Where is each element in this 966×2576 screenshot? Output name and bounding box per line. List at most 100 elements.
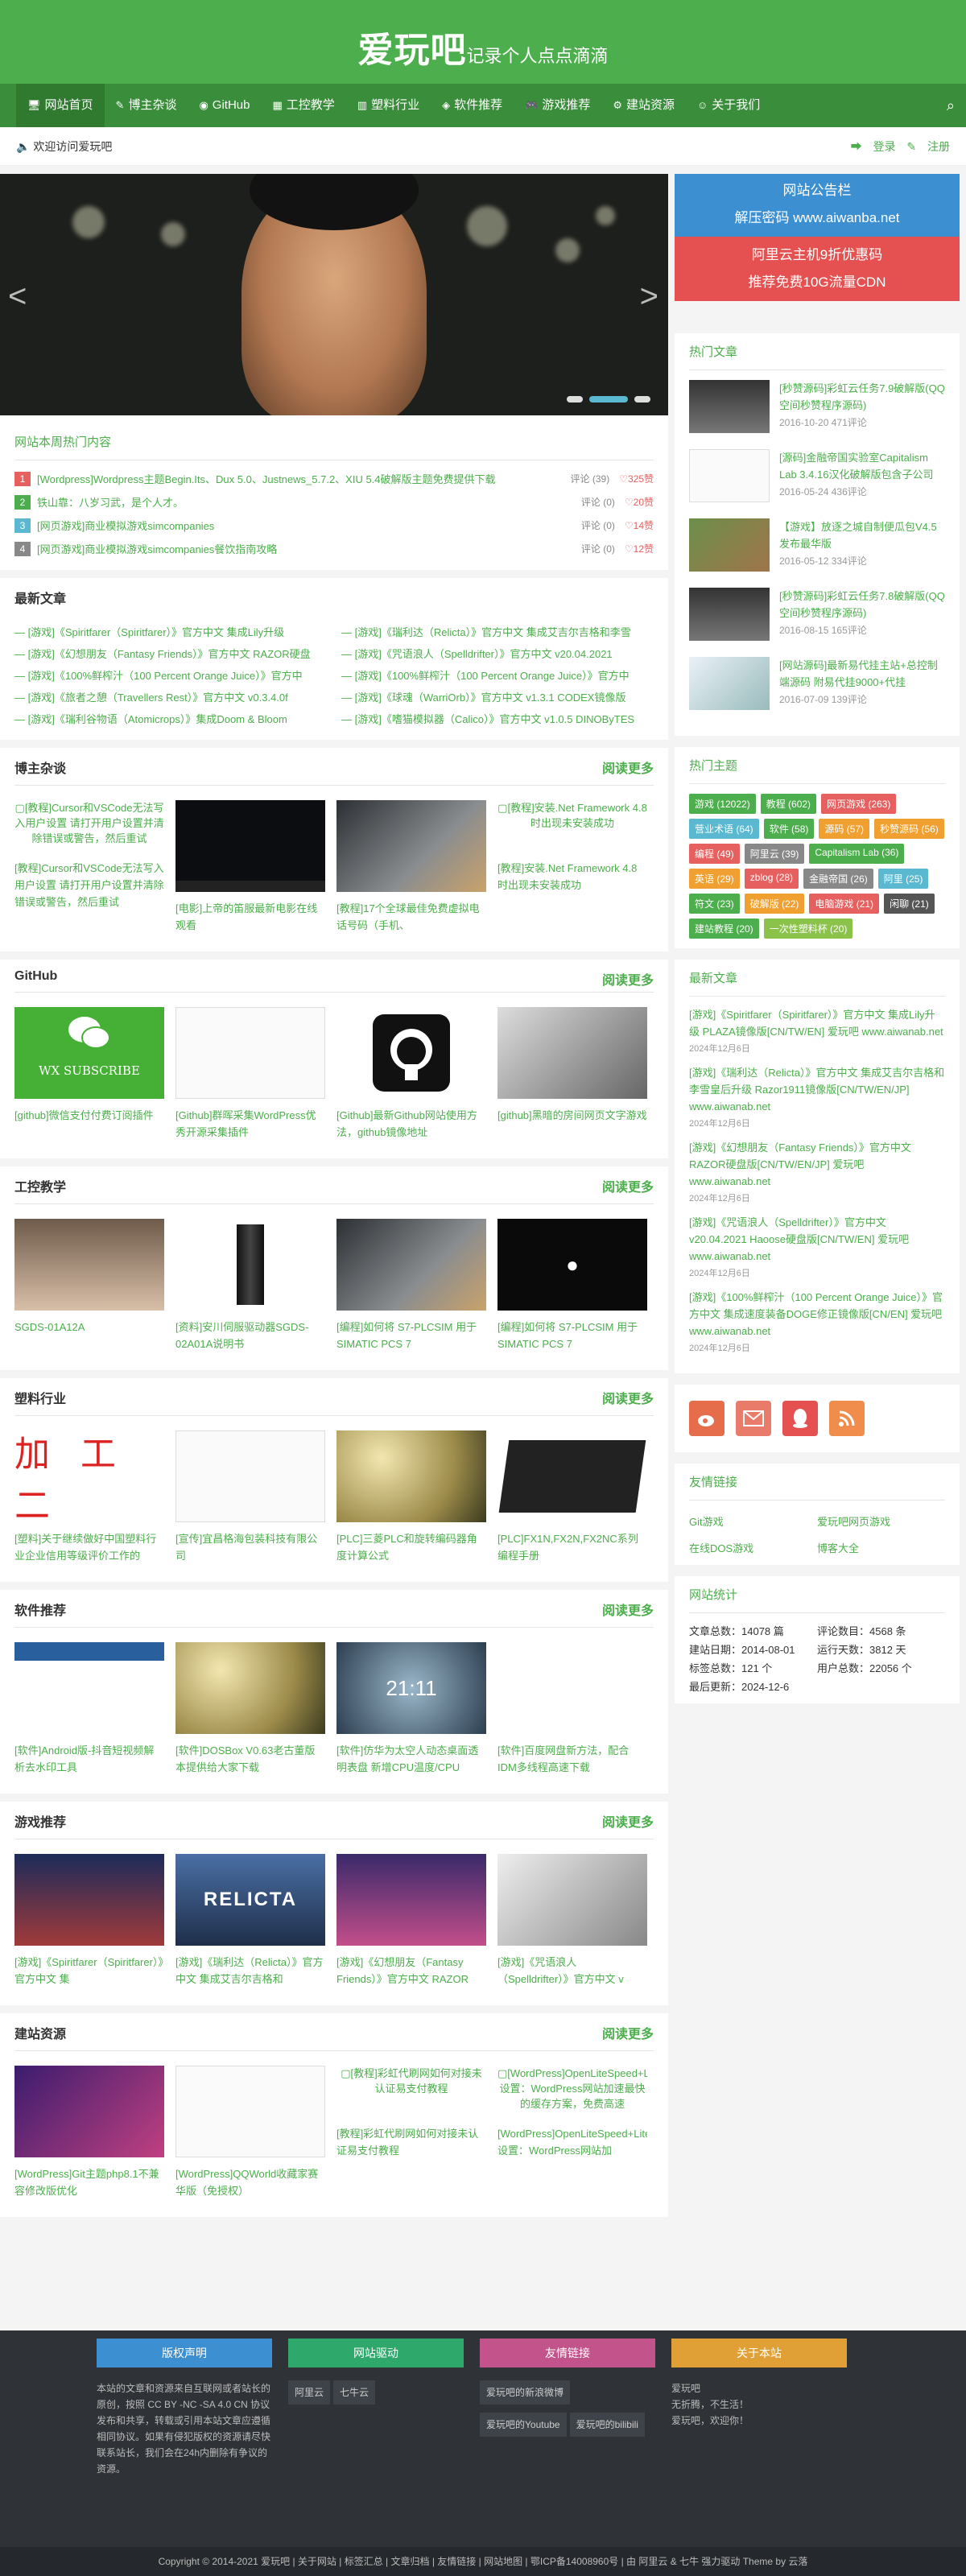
card-title[interactable]: [Github]最新Github网站使用方法，github镜像地址 xyxy=(336,1107,486,1141)
rank-row[interactable]: 2 铁山靠：八岁习武，是个人才。 评论 (0) ♡20赞 xyxy=(14,490,654,514)
search-icon[interactable]: ⌕ xyxy=(947,84,955,127)
latest-item[interactable]: — [游戏]《幻想朋友（Fantasy Friends）》官方中文 RAZOR硬… xyxy=(14,643,327,665)
card-title[interactable]: [教程]Cursor和VSCode无法写入用户设置 请打开用户设置并清除错误或警… xyxy=(14,860,164,910)
nav-blog[interactable]: ✎ 博主杂谈 xyxy=(105,84,188,127)
card-title[interactable]: [WordPress]QQWorld收藏家赛华版（免授权） xyxy=(175,2165,325,2199)
card-title[interactable]: [教程]安装.Net Framework 4.8 时出现未安装成功 xyxy=(497,860,647,910)
friend-link[interactable]: 爱玩吧网页游戏 xyxy=(817,1513,945,1529)
slider-dot-active[interactable] xyxy=(589,396,628,402)
article-card[interactable]: 加 工 二 [塑料]关于继续做好中国塑料行业企业信用等级评价工作的 xyxy=(14,1430,164,1564)
footer-chip[interactable]: 爱玩吧的Youtube xyxy=(480,2413,567,2437)
card-thumbnail[interactable] xyxy=(689,449,770,502)
card-thumbnail[interactable] xyxy=(175,1007,325,1099)
tag-chip[interactable]: zblog (28) xyxy=(744,869,799,889)
read-more-link[interactable]: 阅读更多 xyxy=(602,969,654,989)
card-title[interactable]: [软件]DOSBox V0.63老古董版本提供给大家下载 xyxy=(175,1742,325,1776)
card-thumbnail[interactable] xyxy=(336,1219,486,1311)
new-article[interactable]: [游戏]《100%鲜榨汁（100 Percent Orange Juice）》官… xyxy=(689,1289,945,1354)
article-card[interactable]: [WordPress]QQWorld收藏家赛华版（免授权） xyxy=(175,2066,325,2199)
card-thumbnail[interactable]: WX SUBSCRIBE xyxy=(14,1007,164,1099)
tag-chip[interactable]: 源码 (57) xyxy=(819,819,870,839)
card-thumbnail[interactable]: 加 工 二 xyxy=(14,1430,164,1522)
card-thumbnail[interactable] xyxy=(689,588,770,641)
footer-chip[interactable]: 阿里云 xyxy=(288,2380,331,2405)
rank-row[interactable]: 4 [网页游戏]商业模拟游戏simcompanies餐饮指南攻略 评论 (0) ♡12… xyxy=(14,537,654,560)
tag-chip[interactable]: 阿里云 (39) xyxy=(744,844,805,864)
card-thumbnail[interactable] xyxy=(689,380,770,433)
card-title[interactable]: [塑料]关于继续做好中国塑料行业企业信用等级评价工作的 xyxy=(14,1530,164,1564)
hot-article-title[interactable]: [源码]金融帝国实验室Capitalism Lab 3.4.16汉化破解版包含子… xyxy=(779,449,945,483)
broken-image[interactable]: ▢[教程]Cursor和VSCode无法写入用户设置 请打开用户设置并清除错误或… xyxy=(14,800,164,857)
article-card[interactable]: [Github]群晖采集WordPress优秀开源采集插件 xyxy=(175,1007,325,1141)
notice-cdn[interactable]: 推荐免费10G流量CDN xyxy=(675,269,960,296)
tag-chip[interactable]: 编程 (49) xyxy=(689,844,740,864)
rank-title[interactable]: [Wordpress]Wordpress主题Begin.Its、Dux 5.0、… xyxy=(37,471,557,486)
read-more-link[interactable]: 阅读更多 xyxy=(602,1176,654,1195)
latest-item[interactable]: — [游戏]《瑞利谷物语（Atomicrops）》集成Doom & Bloom xyxy=(14,708,327,730)
card-thumbnail[interactable] xyxy=(689,518,770,572)
tag-chip[interactable]: 闲聊 (21) xyxy=(884,894,935,914)
footer-chip[interactable]: 爱玩吧的新浪微博 xyxy=(480,2380,571,2405)
mail-icon[interactable] xyxy=(736,1401,771,1436)
new-article[interactable]: [游戏]《瑞利达（Relicta）》官方中文 集成艾吉尔吉格和李雪皇后升级 Ra… xyxy=(689,1064,945,1129)
latest-item[interactable]: — [游戏]《Spiritfarer（Spiritfarer）》官方中文 集成L… xyxy=(14,621,327,643)
card-title[interactable]: [游戏]《瑞利达（Relicta）》官方中文 集成艾吉尔吉格和 xyxy=(175,1954,325,1988)
card-thumbnail[interactable]: 21:11 xyxy=(336,1642,486,1734)
card-title[interactable]: [电影]上帝的笛服最新电影在线观看 xyxy=(175,900,325,934)
tag-chip[interactable]: 破解版 (22) xyxy=(744,894,805,914)
register-link[interactable]: ✎ 注册 xyxy=(906,140,950,153)
article-card[interactable]: ▢[WordPress]OpenLiteSpeed+LiteSpeedcache… xyxy=(497,2066,647,2199)
nav-games[interactable]: 🎮 游戏推荐 xyxy=(514,84,601,127)
tag-chip[interactable]: 建站教程 (20) xyxy=(689,919,759,939)
article-card[interactable]: RELICTA [游戏]《瑞利达（Relicta）》官方中文 集成艾吉尔吉格和 xyxy=(175,1854,325,1988)
latest-item[interactable]: — [游戏]《瑞利达（Relicta）》官方中文 集成艾吉尔吉格和李雪 xyxy=(341,621,654,643)
footer-chip[interactable]: 爱玩吧的bilibili xyxy=(569,2413,645,2437)
hot-article[interactable]: [源码]金融帝国实验室Capitalism Lab 3.4.16汉化破解版包含子… xyxy=(689,449,945,502)
card-thumbnail[interactable] xyxy=(175,1219,325,1311)
latest-item[interactable]: — [游戏]《嗜猫模拟器（Calico）》官方中文 v1.0.5 DINOByT… xyxy=(341,708,654,730)
article-card[interactable]: [Github]最新Github网站使用方法，github镜像地址 xyxy=(336,1007,486,1141)
read-more-link[interactable]: 阅读更多 xyxy=(602,2023,654,2042)
new-article[interactable]: [游戏]《咒语浪人（Spelldrifter）》官方中文 v20.04.2021… xyxy=(689,1214,945,1279)
article-card[interactable]: [软件]DOSBox V0.63老古董版本提供给大家下载 xyxy=(175,1642,325,1776)
card-title[interactable]: [教程]彩虹代刷网如何对接未认证易支付教程 xyxy=(336,2125,486,2175)
slider-dot[interactable] xyxy=(567,396,583,402)
nav-industrial[interactable]: ▦ 工控教学 xyxy=(261,84,345,127)
article-card[interactable]: [WordPress]Git主题php8.1不兼容修改版优化 xyxy=(14,2066,164,2199)
latest-item[interactable]: — [游戏]《100%鲜榨汁（100 Percent Orange Juice）… xyxy=(341,665,654,687)
tag-chip[interactable]: 营业术语 (64) xyxy=(689,819,759,839)
broken-image[interactable]: ▢[教程]彩虹代刷网如何对接未认证易支付教程 xyxy=(336,2066,486,2122)
card-title[interactable]: [WordPress]OpenLiteSpeed+Litecache设置：Wor… xyxy=(497,2125,647,2175)
new-article-title[interactable]: [游戏]《幻想朋友（Fantasy Friends）》官方中文 RAZOR硬盘版… xyxy=(689,1139,945,1190)
card-title[interactable]: [游戏]《咒语浪人（Spelldrifter）》官方中文 v xyxy=(497,1954,647,1988)
new-article-title[interactable]: [游戏]《瑞利达（Relicta）》官方中文 集成艾吉尔吉格和李雪皇后升级 Ra… xyxy=(689,1064,945,1115)
article-card[interactable]: ▢[教程]Cursor和VSCode无法写入用户设置 请打开用户设置并清除错误或… xyxy=(14,800,164,934)
footer-chip[interactable]: 七牛云 xyxy=(333,2380,376,2405)
card-thumbnail[interactable] xyxy=(497,1642,647,1734)
hot-article[interactable]: 【游戏】放逐之城自制便瓜包V4.5发布最华版 2016-05-12 334评论 xyxy=(689,518,945,572)
nav-about[interactable]: ☺ 关于我们 xyxy=(686,84,771,127)
article-card[interactable]: SGDS-01A12A xyxy=(14,1219,164,1352)
card-thumbnail[interactable] xyxy=(175,800,325,892)
card-thumbnail[interactable]: RELICTA xyxy=(175,1854,325,1946)
card-title[interactable]: [WordPress]Git主题php8.1不兼容修改版优化 xyxy=(14,2165,164,2199)
hot-article-title[interactable]: [秒赞源码]彩虹云任务7.9破解版(QQ空间秒赞程序源码) xyxy=(779,380,945,414)
tag-chip[interactable]: 一次性塑料杯 (20) xyxy=(763,919,853,939)
tag-chip[interactable]: 软件 (58) xyxy=(763,819,815,839)
rank-title[interactable]: 铁山靠：八岁习武，是个人才。 xyxy=(37,494,557,510)
article-card[interactable]: [游戏]《幻想朋友（Fantasy Friends）》官方中文 RAZOR xyxy=(336,1854,486,1988)
slider-dot[interactable] xyxy=(634,396,650,402)
new-article[interactable]: [游戏]《Spiritfarer（Spiritfarer）》官方中文 集成Lil… xyxy=(689,1006,945,1055)
rank-row[interactable]: 3 [网页游戏]商业模拟游戏simcompanies 评论 (0) ♡14赞 xyxy=(14,514,654,537)
card-thumbnail[interactable] xyxy=(497,1430,647,1522)
card-thumbnail[interactable] xyxy=(14,2066,164,2157)
slider-prev-arrow[interactable]: < xyxy=(8,279,27,315)
card-title[interactable]: [PLC]FX1N,FX2N,FX2NC系列编程手册 xyxy=(497,1530,647,1564)
card-thumbnail[interactable] xyxy=(689,657,770,710)
article-card[interactable]: 21:11 [软件]仿华为太空人动态桌面透明表盘 新增CPU温度/CPU xyxy=(336,1642,486,1776)
nav-home[interactable]: 🖥 网站首页 xyxy=(16,84,105,127)
latest-item[interactable]: — [游戏]《100%鲜榨汁（100 Percent Orange Juice）… xyxy=(14,665,327,687)
tag-chip[interactable]: 英语 (29) xyxy=(689,869,740,889)
card-thumbnail[interactable]: ● xyxy=(497,1219,647,1311)
card-title[interactable]: SGDS-01A12A xyxy=(14,1319,164,1352)
